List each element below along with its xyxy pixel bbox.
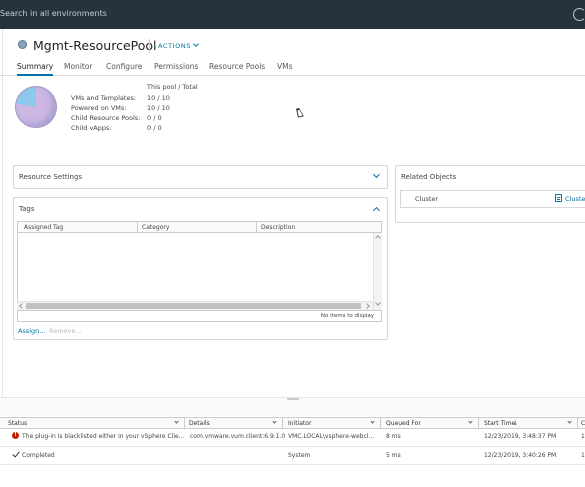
sort-descending-icon[interactable]: ↓ [513,420,518,427]
task-status: The plug-in is blacklisted either in you… [22,433,185,440]
scrollbar-thumb[interactable] [26,303,361,309]
refresh-icon[interactable] [573,8,585,21]
column-start-time[interactable]: Start Time [484,420,515,427]
resource-pool-pie-icon [15,86,57,128]
task-row[interactable]: Completed System 5 ms 12/23/2019, 3:40:2… [0,447,585,465]
task-completion-time: 1 [581,452,585,459]
column-divider [282,418,283,429]
task-initiator: VMC.LOCAL\vsphere-webcl... [288,433,375,440]
grid-item-count: No items to display [320,313,374,319]
chevron-down-icon[interactable] [468,419,473,424]
column-completion[interactable]: C [581,420,585,427]
horizontal-scrollbar[interactable] [17,301,373,310]
chevron-down-icon [193,41,199,47]
summary-value: 10 / 10 [147,104,170,112]
tab-configure[interactable]: Configure [106,62,142,71]
column-divider [184,418,185,429]
tags-grid-footer: No items to display [17,310,382,322]
actions-label: ACTIONS [158,42,192,50]
summary-value: 0 / 0 [147,124,162,132]
scroll-up-icon[interactable] [375,235,381,241]
task-initiator: System [288,452,311,459]
error-icon: ! [12,432,19,439]
scroll-right-icon[interactable] [364,303,370,309]
top-bar: Search in all environments [0,0,585,29]
column-details[interactable]: Details [189,420,210,427]
summary-label: Child vApps: [71,124,112,132]
task-queued-for: 8 ms [386,433,401,440]
resource-pool-icon [18,40,27,49]
resource-settings-card[interactable]: Resource Settings [13,165,388,189]
assign-tag-link[interactable]: Assign... [18,327,45,335]
scroll-left-icon[interactable] [19,303,25,309]
remove-tag-link: Remove... [49,327,82,335]
task-completion-time: 1 [581,433,585,440]
chevron-down-icon[interactable] [372,170,381,179]
task-start-time: 12/23/2019, 3:48:37 PM [484,433,557,440]
column-divider [256,222,257,232]
related-cluster-row: Cluster Cluste [400,190,585,208]
tab-permissions[interactable]: Permissions [154,62,198,71]
summary-column-header: This pool / Total [147,83,198,91]
tab-monitor[interactable]: Monitor [64,62,93,71]
cluster-icon [555,194,562,202]
column-status[interactable]: Status [8,420,27,427]
checkmark-icon [12,449,20,458]
tags-grid-header: Assigned Tag Category Description [17,221,382,233]
actions-menu-button[interactable]: ACTIONS [158,41,199,50]
title-divider [149,39,150,53]
chevron-up-icon[interactable] [372,206,381,215]
task-status: Completed [22,452,55,459]
navigator-gutter [0,29,3,397]
vertical-scrollbar[interactable] [373,233,382,310]
related-label: Cluster [415,195,439,203]
summary-label: Child Resource Pools: [71,114,141,122]
scroll-down-icon[interactable] [375,300,381,306]
summary-value: 0 / 0 [147,114,162,122]
column-divider [577,418,578,429]
tab-resource-pools[interactable]: Resource Pools [209,62,265,71]
tab-bar: Summary Monitor Configure Permissions Re… [0,60,585,76]
task-start-time: 12/23/2019, 3:40:26 PM [484,452,557,459]
card-title: Related Objects [401,173,457,181]
tags-grid-body [17,233,382,311]
column-initiator[interactable]: Initiator [288,420,311,427]
splitter-grip-icon[interactable] [287,398,299,400]
chevron-down-icon[interactable] [174,419,179,424]
column-description[interactable]: Description [261,224,295,231]
task-queued-for: 5 ms [386,452,401,459]
chevron-down-icon[interactable] [567,419,572,424]
chevron-down-icon[interactable] [272,419,277,424]
card-title: Tags [19,205,35,213]
card-title: Resource Settings [19,173,83,181]
column-divider [137,222,138,232]
summary-label: Powered on VMs: [71,104,127,112]
mouse-cursor-icon [296,107,304,118]
column-divider [380,418,381,429]
tab-summary[interactable]: Summary [17,62,54,76]
chevron-down-icon[interactable] [370,419,375,424]
summary-label: VMs and Templates: [71,94,137,102]
task-row[interactable]: ! The plug-in is blacklisted either in y… [0,429,585,447]
column-queued-for[interactable]: Queued For [386,420,421,427]
cluster-link[interactable]: Cluste [565,195,585,203]
page-title: Mgmt-ResourcePool [33,38,157,53]
tasks-grid-header: Status Details Initiator Queued For Star… [0,417,585,429]
task-details: com.vmware.vum.client:6.9.1.0 [190,433,286,440]
pane-splitter[interactable] [0,397,585,416]
tab-vms[interactable]: VMs [277,62,293,71]
summary-value: 10 / 10 [147,94,170,102]
column-assigned-tag[interactable]: Assigned Tag [24,224,63,231]
global-search-input[interactable]: Search in all environments [0,9,107,18]
column-category[interactable]: Category [142,224,169,231]
column-divider [478,418,479,429]
